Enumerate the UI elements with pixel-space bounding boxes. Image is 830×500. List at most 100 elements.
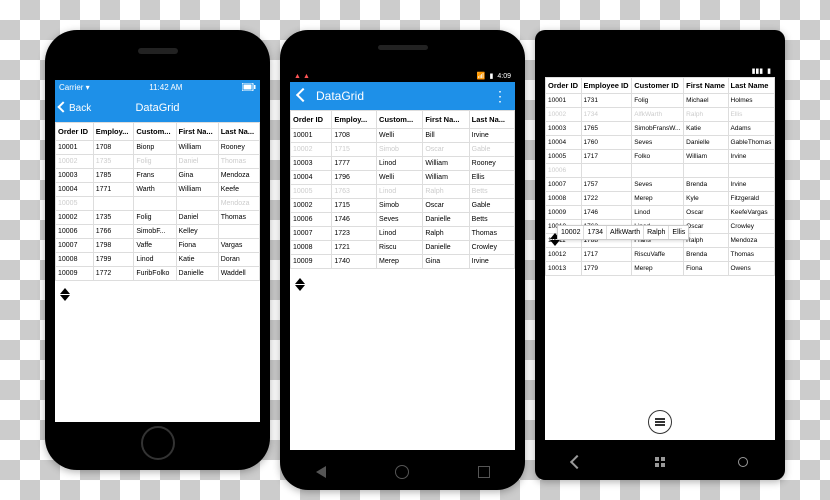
home-nav-button[interactable] (394, 464, 410, 480)
column-header[interactable]: Order ID (56, 123, 94, 141)
action-fab-button[interactable] (648, 410, 672, 434)
table-cell: Bionp (134, 141, 176, 155)
table-cell: Vaffe (134, 239, 176, 253)
recents-nav-button[interactable] (476, 464, 492, 480)
table-row[interactable]: 100011708WelliBillIrvine (291, 129, 515, 143)
table-cell: GableThomas (728, 136, 775, 150)
windows-nav-buttons (535, 455, 785, 470)
android-data-grid[interactable]: Order IDEmploy...Custom...First Na...Las… (290, 110, 515, 269)
table-row[interactable]: 100031785FransGinaMendoza (56, 169, 260, 183)
table-cell: SimobF... (134, 225, 176, 239)
table-row[interactable]: 100021734AlfkWarthRalphEllis (546, 108, 775, 122)
column-header[interactable]: First Na... (423, 111, 469, 129)
table-cell: 10008 (546, 192, 582, 206)
windows-grid-wrap: Order IDEmployee IDCustomer IDFirst Name… (545, 77, 775, 440)
back-button[interactable]: Back (59, 103, 91, 114)
table-cell: Welli (377, 129, 423, 143)
table-row[interactable]: 100061746SevesDanielleBetts (291, 213, 515, 227)
table-cell: Warth (134, 183, 176, 197)
table-cell: 10002 (56, 211, 94, 225)
row-drag-handle[interactable] (294, 275, 306, 293)
table-row[interactable]: 100011731FoligMichaelHolmes (546, 94, 775, 108)
column-header[interactable]: Employ... (93, 123, 134, 141)
column-header[interactable]: Order ID (546, 78, 582, 94)
back-nav-button[interactable] (572, 455, 582, 470)
windows-screen: ▮▮▮ ▮ Order IDEmployee IDCustomer IDFirs… (545, 65, 775, 440)
table-row[interactable]: 100021715SimobOscarGable (291, 199, 515, 213)
table-row[interactable]: 100021735FoligDanielThomas (56, 155, 260, 169)
table-row[interactable]: 100081722MerepKyleFitzgerald (546, 192, 775, 206)
column-header[interactable]: Customer ID (632, 78, 684, 94)
table-row[interactable]: 10006 (546, 164, 775, 178)
column-header[interactable]: Last Na... (218, 123, 259, 141)
ios-data-grid[interactable]: Order IDEmploy...Custom...First Na...Las… (55, 122, 260, 281)
column-header[interactable]: Employ... (332, 111, 377, 129)
table-cell: Gable (469, 143, 514, 157)
table-row[interactable]: 100131779MerepFionaOwens (546, 262, 775, 276)
table-row[interactable]: 100041760SevesDanielleGableThomas (546, 136, 775, 150)
table-cell: 1731 (581, 94, 632, 108)
table-cell: Doran (218, 253, 259, 267)
table-row[interactable]: 100011708BionpWilliamRooney (56, 141, 260, 155)
column-header[interactable]: Custom... (377, 111, 423, 129)
table-cell: Brenda (684, 248, 728, 262)
table-row[interactable]: 100121717RiscuVaffeBrendaThomas (546, 248, 775, 262)
table-cell: 10001 (546, 94, 582, 108)
table-cell: Kyle (684, 192, 728, 206)
table-row[interactable]: 100091772FuribFolkoDanielleWaddell (56, 267, 260, 281)
table-cell: Thomas (728, 248, 775, 262)
table-cell: 1723 (332, 227, 377, 241)
table-cell: 10012 (546, 248, 582, 262)
row-drag-handle[interactable] (59, 285, 71, 303)
start-nav-button[interactable] (655, 455, 665, 470)
battery-icon (242, 83, 256, 91)
status-time: 4:09 (497, 73, 511, 80)
table-row[interactable]: 100031777LinodWilliamRooney (291, 157, 515, 171)
back-button[interactable] (298, 89, 308, 103)
table-row[interactable]: 100061766SimobF...Kelley (56, 225, 260, 239)
table-row[interactable]: 100031765SimobFransW...KatieAdams (546, 122, 775, 136)
table-row[interactable]: 100051717FolkoWilliamIrvine (546, 150, 775, 164)
windows-data-grid[interactable]: Order IDEmployee IDCustomer IDFirst Name… (545, 77, 775, 276)
table-row[interactable]: 100071798VaffeFionaVargas (56, 239, 260, 253)
search-nav-button[interactable] (738, 455, 748, 470)
table-row[interactable]: 100041771WarthWilliamKeefe (56, 183, 260, 197)
table-row[interactable]: 10005Mendoza (56, 197, 260, 211)
column-header[interactable]: Custom... (134, 123, 176, 141)
table-cell: Waddell (218, 267, 259, 281)
table-cell: AlfkWarth (632, 108, 684, 122)
table-cell: RiscuVaffe (632, 248, 684, 262)
table-cell: William (423, 171, 469, 185)
back-nav-button[interactable] (313, 464, 329, 480)
overflow-menu-button[interactable]: ⋮ (493, 88, 507, 105)
table-cell (632, 164, 684, 178)
table-row[interactable]: 100081721RiscuDanielleCrowley (291, 241, 515, 255)
column-header[interactable]: Order ID (291, 111, 332, 129)
table-cell: SimobFransW... (632, 122, 684, 136)
column-header[interactable]: Last Name (728, 78, 775, 94)
column-header[interactable]: Employee ID (581, 78, 632, 94)
column-header[interactable]: First Name (684, 78, 728, 94)
signal-icon: ▮▮▮ (752, 67, 764, 75)
column-header[interactable]: First Na... (176, 123, 218, 141)
table-row[interactable]: 100071723LinodRalphThomas (291, 227, 515, 241)
table-cell: KeefeVargas (728, 206, 775, 220)
table-row[interactable]: 100021715SimobOscarGable (291, 143, 515, 157)
table-row[interactable]: 100051763LinodRalphBetts (291, 185, 515, 199)
table-row[interactable]: 100081799LinodKatieDoran (56, 253, 260, 267)
table-cell: 10007 (56, 239, 94, 253)
table-row[interactable]: 100021735FoligDanielThomas (56, 211, 260, 225)
dragging-row-overlay[interactable]: 100021734AlfkWarthRalphEllis (557, 225, 689, 240)
table-row[interactable]: 100071757SevesBrendaIrvine (546, 178, 775, 192)
table-row[interactable]: 100091740MerepGinaIrvine (291, 255, 515, 269)
table-row[interactable]: 100041796WelliWilliamEllis (291, 171, 515, 185)
warning-icon: ▲ (294, 73, 301, 80)
table-cell: Thomas (218, 211, 259, 225)
table-cell: 1717 (581, 248, 632, 262)
table-cell: 1722 (581, 192, 632, 206)
table-cell: Ralph (684, 108, 728, 122)
column-header[interactable]: Last Na... (469, 111, 514, 129)
table-cell: Fitzgerald (728, 192, 775, 206)
table-cell: 10002 (56, 155, 94, 169)
table-row[interactable]: 100091746LinodOscarKeefeVargas (546, 206, 775, 220)
